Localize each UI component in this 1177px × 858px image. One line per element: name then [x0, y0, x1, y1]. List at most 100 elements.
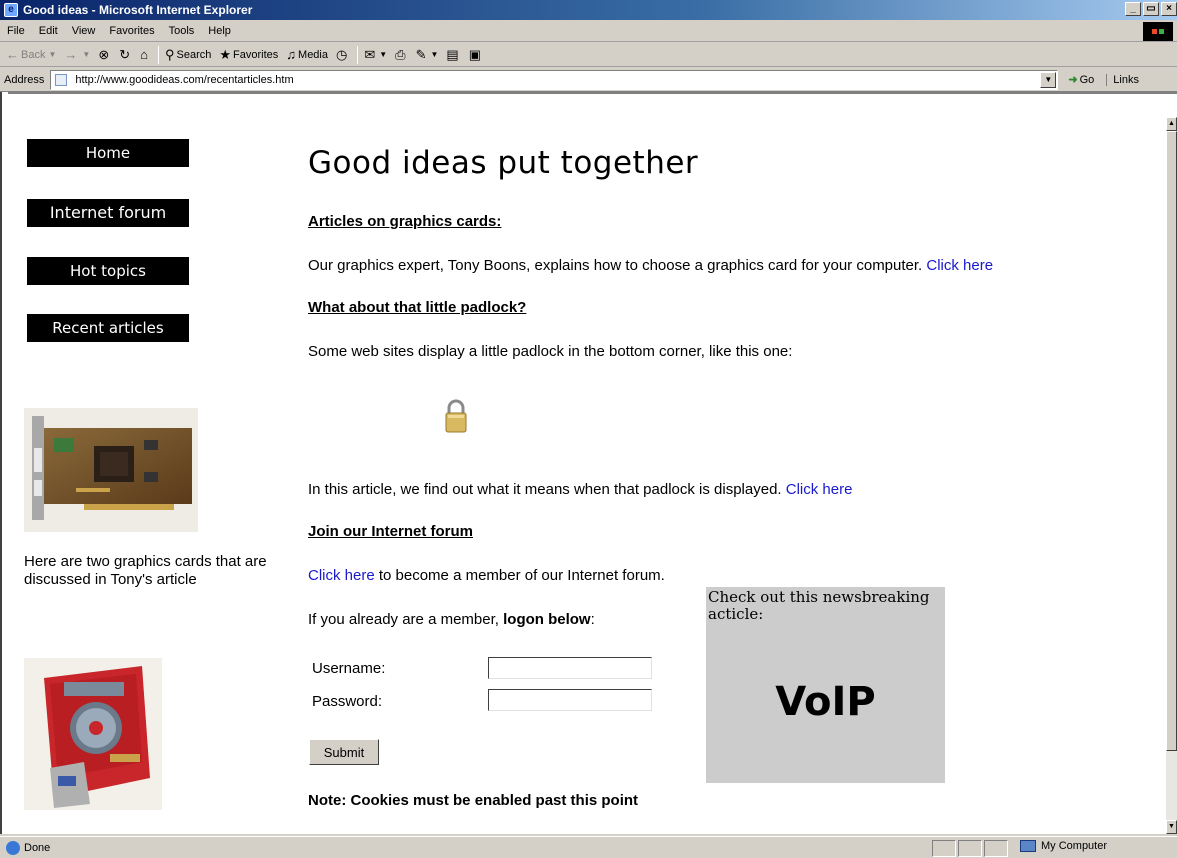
- address-dropdown-icon[interactable]: ▼: [1040, 71, 1057, 88]
- stop-icon: ⊗: [98, 46, 110, 62]
- status-panel: [932, 840, 956, 857]
- menu-view[interactable]: View: [65, 25, 103, 37]
- refresh-icon: ↻: [119, 46, 131, 62]
- messenger-button[interactable]: ▣: [469, 47, 483, 63]
- padlock-intro-paragraph: Some web sites display a little padlock …: [308, 343, 793, 360]
- status-bar: Done My Computer: [0, 836, 1177, 858]
- padlock-article-link[interactable]: Click here: [786, 481, 853, 498]
- mail-dropdown-icon: ▼: [379, 50, 388, 59]
- restore-button[interactable]: ▭: [1143, 2, 1159, 16]
- toolbar: ← Back ▼ → ▼ ⊗ ↻ ⌂ ⚲ Search ★ Favorites …: [0, 43, 1177, 67]
- page-icon: [55, 73, 68, 86]
- my-computer-icon: [1020, 840, 1036, 852]
- forward-button[interactable]: → ▼: [64, 47, 90, 62]
- history-icon: ◷: [336, 46, 348, 62]
- scroll-down-icon[interactable]: ▼: [1166, 820, 1177, 834]
- promo-headline: VoIP: [775, 679, 876, 725]
- content-frame-top: [0, 92, 1177, 117]
- windows-logo-icon: [1143, 22, 1173, 41]
- scrollbar-thumb[interactable]: [1166, 131, 1177, 751]
- submit-button[interactable]: Submit: [309, 739, 379, 765]
- menu-bar: File Edit View Favorites Tools Help: [0, 20, 1177, 42]
- favorites-icon: ★: [219, 46, 232, 62]
- username-label: Username:: [312, 660, 386, 677]
- print-button[interactable]: ⎙: [395, 47, 407, 63]
- password-input[interactable]: [488, 689, 652, 711]
- menu-help[interactable]: Help: [201, 25, 238, 37]
- links-button[interactable]: Links: [1106, 73, 1139, 86]
- nav-internet-forum-button[interactable]: Internet forum: [27, 199, 189, 227]
- graphics-card-image-2: [24, 658, 162, 810]
- forum-join-link[interactable]: Click here: [308, 567, 375, 584]
- window-controls: _ ▭ ×: [1125, 2, 1177, 16]
- menu-favorites[interactable]: Favorites: [102, 25, 161, 37]
- nav-recent-articles-button[interactable]: Recent articles: [27, 314, 189, 342]
- media-icon: ♫: [286, 47, 297, 62]
- refresh-button[interactable]: ↻: [119, 47, 132, 63]
- ie-icon: e: [4, 3, 18, 17]
- nav-hot-topics-button[interactable]: Hot topics: [27, 257, 189, 285]
- sidebar-caption: Here are two graphics cards that are dis…: [24, 553, 267, 588]
- forum-heading: Join our Internet forum: [308, 523, 473, 540]
- back-dropdown-icon: ▼: [48, 50, 57, 59]
- page-title: Good ideas put together: [308, 145, 699, 181]
- mail-icon: ✉: [364, 46, 376, 62]
- mail-button[interactable]: ✉ ▼: [364, 47, 387, 63]
- forward-dropdown-icon: ▼: [82, 50, 91, 59]
- menu-edit[interactable]: Edit: [32, 25, 65, 37]
- graphics-card-image-1: [24, 408, 198, 532]
- content-frame-left: [0, 92, 8, 834]
- menu-tools[interactable]: Tools: [162, 25, 202, 37]
- status-panel: [984, 840, 1008, 857]
- back-button[interactable]: ← Back ▼: [6, 47, 56, 62]
- username-input[interactable]: [488, 657, 652, 679]
- graphics-cards-link[interactable]: Click here: [926, 257, 993, 274]
- history-button[interactable]: ◷: [336, 47, 349, 63]
- security-zone: My Computer: [1020, 840, 1107, 852]
- window-title-bar: e Good ideas - Microsoft Internet Explor…: [0, 0, 1177, 20]
- go-button[interactable]: ➜ Go: [1068, 73, 1094, 87]
- forward-arrow-icon: →: [64, 47, 78, 62]
- address-label: Address: [4, 73, 45, 86]
- media-button[interactable]: ♫ Media: [286, 47, 328, 62]
- home-button[interactable]: ⌂: [140, 47, 150, 62]
- toolbar-separator: [157, 45, 159, 64]
- password-label: Password:: [312, 693, 383, 710]
- padlock-article-paragraph: In this article, we find out what it mea…: [308, 481, 853, 498]
- vertical-scrollbar[interactable]: ▲ ▼: [1166, 117, 1177, 834]
- back-arrow-icon: ←: [6, 47, 19, 62]
- nav-home-button[interactable]: Home: [27, 139, 189, 167]
- discuss-button[interactable]: ▤: [446, 47, 460, 63]
- close-button[interactable]: ×: [1161, 2, 1177, 16]
- forum-join-paragraph: Click here to become a member of our Int…: [308, 567, 665, 584]
- toolbar-separator: [357, 45, 359, 64]
- status-panel: [958, 840, 982, 857]
- go-arrow-icon: ➜: [1068, 74, 1078, 86]
- favorites-button[interactable]: ★ Favorites: [219, 47, 278, 63]
- minimize-button[interactable]: _: [1125, 2, 1141, 16]
- stop-button[interactable]: ⊗: [98, 47, 111, 63]
- print-icon: ⎙: [395, 46, 406, 62]
- edit-button[interactable]: ✎ ▼: [416, 47, 439, 63]
- discuss-icon: ▤: [446, 46, 459, 62]
- logon-paragraph: If you already are a member, logon below…: [308, 611, 595, 628]
- page-content: Home Internet forum Hot topics Recent ar…: [8, 117, 1166, 834]
- menu-file[interactable]: File: [0, 25, 32, 37]
- ie-page-icon: [6, 840, 20, 855]
- address-url: http://www.goodideas.com/recentarticles.…: [75, 73, 294, 86]
- edit-icon: ✎: [415, 46, 427, 62]
- voip-promo-box[interactable]: Check out this newsbreaking acticle: VoI…: [706, 587, 945, 783]
- edit-dropdown-icon: ▼: [430, 50, 439, 59]
- promo-text: Check out this newsbreaking acticle:: [708, 588, 930, 623]
- search-icon: ⚲: [164, 46, 175, 62]
- address-input[interactable]: http://www.goodideas.com/recentarticles.…: [50, 69, 1059, 90]
- window-title: Good ideas - Microsoft Internet Explorer: [23, 3, 253, 17]
- padlock-icon: [445, 399, 467, 433]
- address-bar: Address http://www.goodideas.com/recenta…: [0, 68, 1177, 92]
- cookies-note: Note: Cookies must be enabled past this …: [308, 792, 639, 809]
- graphics-cards-paragraph: Our graphics expert, Tony Boons, explain…: [308, 257, 994, 274]
- search-button[interactable]: ⚲ Search: [165, 47, 211, 63]
- home-icon: ⌂: [140, 47, 148, 62]
- scroll-up-icon[interactable]: ▲: [1166, 117, 1177, 131]
- messenger-icon: ▣: [468, 46, 481, 62]
